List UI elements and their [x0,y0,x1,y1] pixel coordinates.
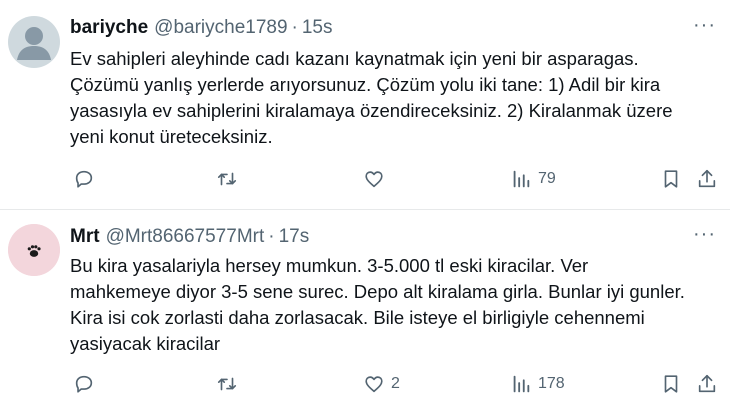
action-bar: 79 [70,164,720,194]
bookmark-button[interactable] [660,164,682,194]
views-button[interactable]: 178 [510,369,565,399]
reply-button[interactable] [73,164,95,194]
tweet-card[interactable]: bariyche @bariyche1789 · 15s ··· Ev sahiple… [0,0,730,210]
author-handle[interactable]: @Mrt86667577Mrt [106,226,265,247]
tweet-header: Mrt @Mrt86667577Mrt · 17s [70,226,682,248]
author-name[interactable]: Mrt [70,226,100,247]
retweet-button[interactable] [216,164,238,194]
tweet-text-line: yasasıyla ev sahiplerini kiralamaya özen… [70,100,673,121]
tweet-header: bariyche @bariyche1789 · 15s [70,17,682,39]
heart-icon [365,171,383,188]
author-name[interactable]: bariyche [70,17,148,38]
bookmark-icon [664,170,678,188]
reply-icon [75,375,93,393]
view-count: 178 [538,375,565,392]
view-count: 79 [538,170,556,187]
retweet-button[interactable] [216,369,238,399]
tweet-text-line: yasiyacak kiracilar [70,333,221,354]
tweet-text-line: Kira isi cok zorlasti daha zorlasacak. B… [70,307,645,328]
default-user-icon [17,27,51,60]
tweet-text-line: yeni konut üreteceksiniz. [70,126,273,147]
analytics-icon [513,375,530,393]
retweet-icon [217,172,237,186]
like-button[interactable]: 2 [363,369,400,399]
views-button[interactable]: 79 [510,164,556,194]
tweet-text-line: mahkemeye diyor 3-5 sene surec. Depo alt… [70,281,685,302]
reply-icon [75,170,93,188]
more-options-icon[interactable]: ··· [693,14,716,37]
tweet-text-line: Ev sahipleri aleyhinde cadı kazanı kayna… [70,48,639,69]
bookmark-icon [664,375,678,393]
tweet-text: Bu kira yasalariyla hersey mumkun. 3-5.0… [70,253,710,357]
tweet-card[interactable]: Mrt @Mrt86667577Mrt · 17s ··· Bu kira yasal… [0,211,730,420]
tweet-text: Ev sahipleri aleyhinde cadı kazanı kayna… [70,46,710,150]
heart-icon [365,376,383,393]
share-button[interactable] [696,369,718,399]
separator-dot: · [268,226,275,247]
action-bar: 2 178 [70,369,720,399]
timestamp[interactable]: 17s [279,226,310,247]
avatar[interactable] [8,224,60,276]
tweet-text-line: Çözümü yanlış yerlerde arıyorsunuz. Çözü… [70,74,661,95]
analytics-icon [513,170,530,188]
avatar[interactable] [8,16,60,68]
share-button[interactable] [696,164,718,194]
like-count: 2 [391,375,400,392]
share-icon [698,169,716,188]
reply-button[interactable] [73,369,95,399]
retweet-icon [217,377,237,391]
more-options-icon[interactable]: ··· [693,223,716,246]
author-handle[interactable]: @bariyche1789 [154,17,287,38]
bookmark-button[interactable] [660,369,682,399]
timestamp[interactable]: 15s [302,17,333,38]
like-button[interactable] [363,164,391,194]
paw-icon [8,224,60,276]
share-icon [698,374,716,393]
tweet-text-line: Bu kira yasalariyla hersey mumkun. 3-5.0… [70,255,589,276]
separator-dot: · [291,17,298,38]
